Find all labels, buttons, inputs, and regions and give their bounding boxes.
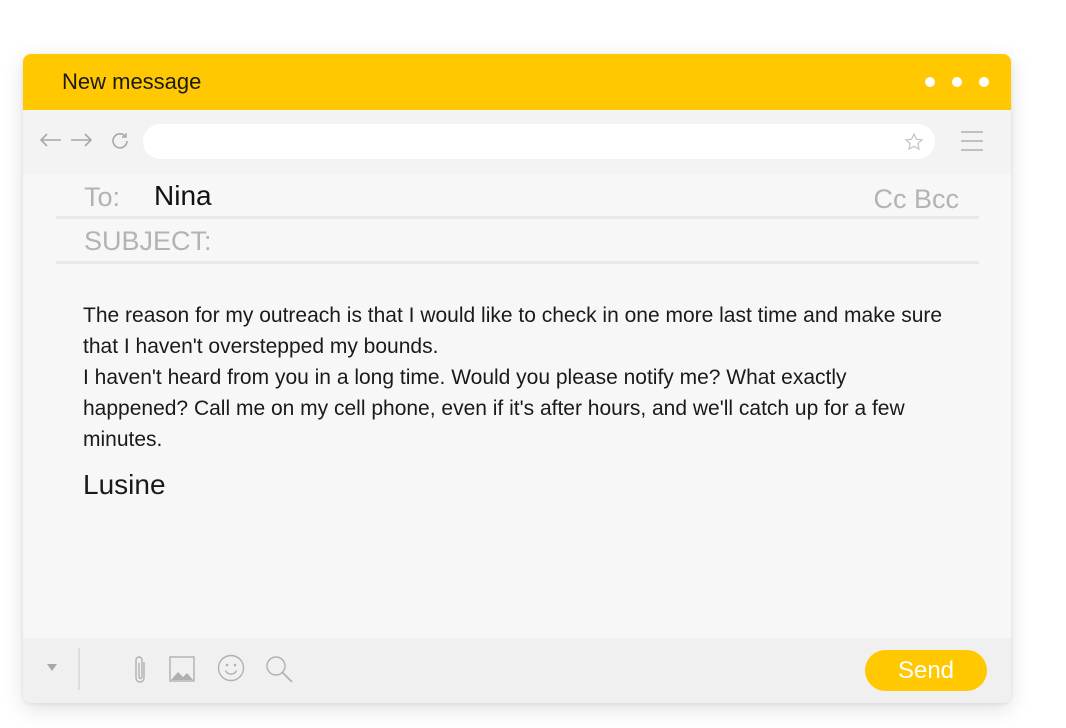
image-icon[interactable] bbox=[169, 656, 195, 682]
back-arrow-icon[interactable] bbox=[39, 128, 63, 152]
send-button[interactable]: Send bbox=[865, 650, 987, 691]
dropdown-icon[interactable] bbox=[47, 664, 57, 671]
title-bar: New message bbox=[23, 54, 1011, 110]
to-field-row[interactable]: To: Nina Cc Bcc bbox=[56, 174, 979, 219]
body-paragraph: The reason for my outreach is that I wou… bbox=[83, 304, 943, 358]
search-icon[interactable] bbox=[264, 654, 294, 684]
dot bbox=[952, 77, 962, 87]
dot bbox=[925, 77, 935, 87]
address-input[interactable] bbox=[143, 124, 935, 159]
menu-icon[interactable] bbox=[960, 130, 984, 152]
forward-arrow-icon[interactable] bbox=[69, 128, 93, 152]
toolbar-divider bbox=[78, 648, 80, 690]
emoji-icon[interactable] bbox=[217, 654, 245, 682]
dots-icon[interactable] bbox=[925, 77, 989, 87]
window-title: New message bbox=[62, 69, 202, 94]
to-label: To: bbox=[84, 182, 121, 212]
compose-toolbar: Send bbox=[23, 638, 1011, 703]
message-body[interactable]: The reason for my outreach is that I wou… bbox=[83, 300, 943, 455]
dot bbox=[979, 77, 989, 87]
compose-window: New message To: Nina Cc Bcc SUBJECT: The… bbox=[23, 54, 1011, 703]
subject-label: SUBJECT: bbox=[84, 226, 212, 256]
navigation-bar bbox=[23, 110, 1011, 174]
cc-bcc-link[interactable]: Cc Bcc bbox=[873, 184, 959, 215]
star-icon[interactable] bbox=[904, 132, 924, 157]
signature: Lusine bbox=[83, 469, 166, 500]
body-paragraph: I haven't heard from you in a long time.… bbox=[83, 366, 905, 451]
refresh-icon[interactable] bbox=[108, 128, 132, 152]
subject-field-row[interactable]: SUBJECT: bbox=[56, 220, 979, 264]
attachment-icon[interactable] bbox=[133, 654, 149, 686]
recipient-name[interactable]: Nina bbox=[154, 180, 212, 212]
